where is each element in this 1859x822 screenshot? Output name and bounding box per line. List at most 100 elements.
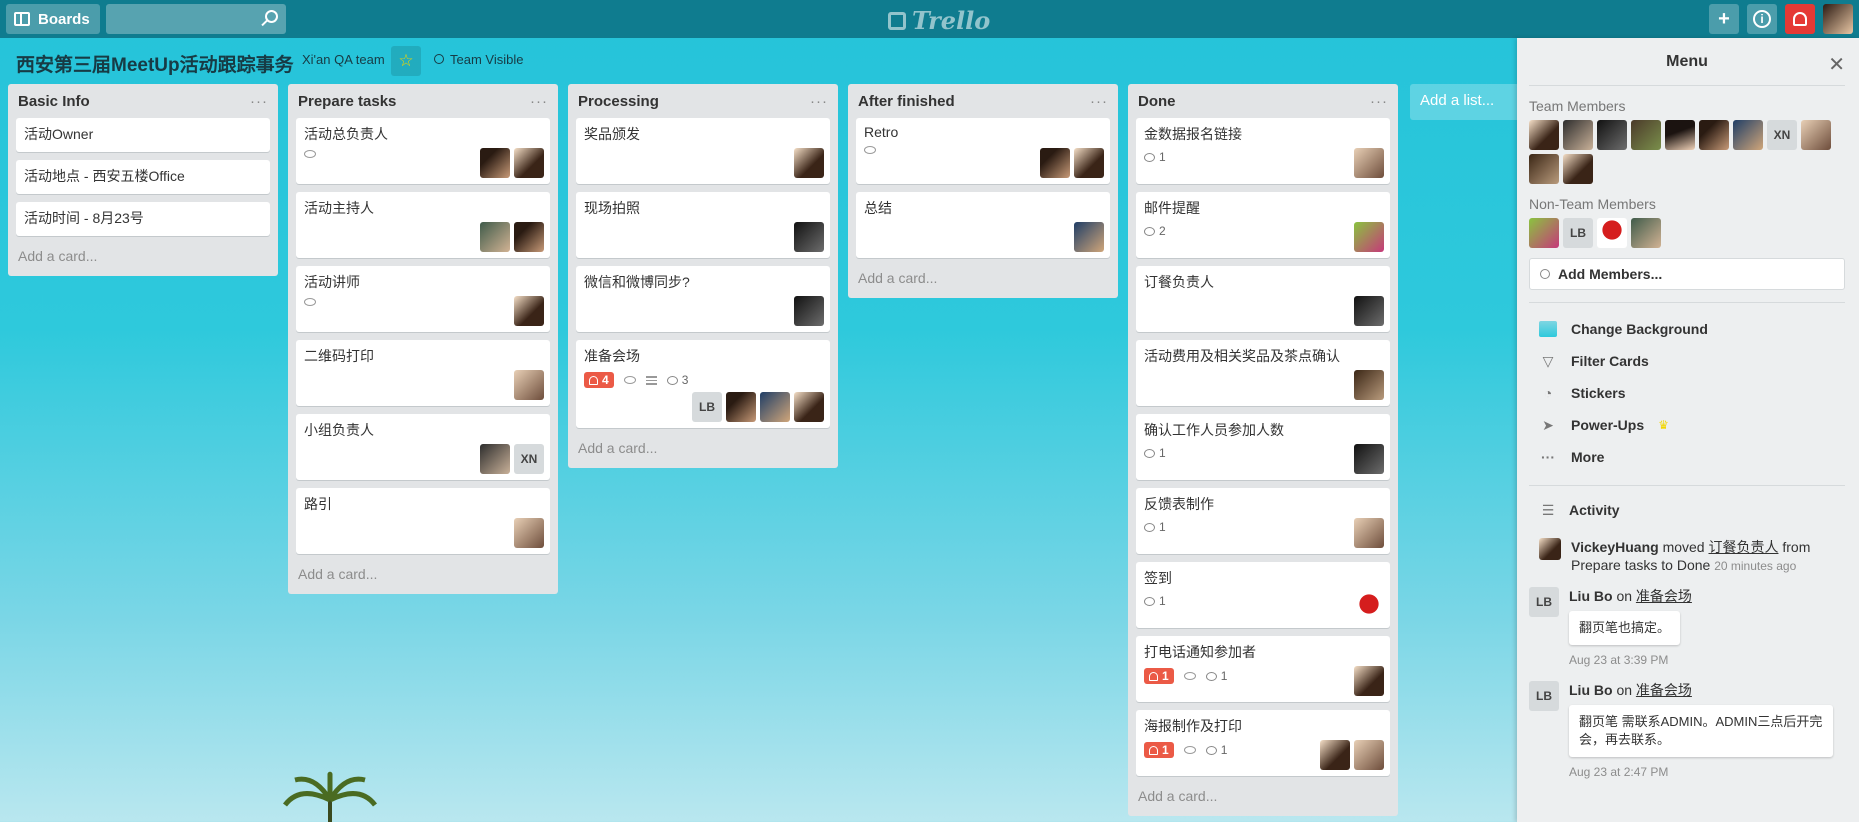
card[interactable]: 金数据报名链接 1	[1136, 118, 1390, 184]
card[interactable]: 小组负责人 XN	[296, 414, 550, 480]
member-avatar[interactable]	[1040, 148, 1070, 178]
member-avatar[interactable]	[514, 222, 544, 252]
card[interactable]: 打电话通知参加者 1 1	[1136, 636, 1390, 702]
list-menu-icon[interactable]: ···	[530, 93, 548, 110]
list-title[interactable]: Done	[1138, 93, 1176, 110]
member-avatar[interactable]	[1074, 148, 1104, 178]
list-title[interactable]: Processing	[578, 93, 659, 110]
activity-time[interactable]: Aug 23 at 3:39 PM	[1569, 651, 1692, 669]
member-avatar[interactable]	[1354, 370, 1384, 400]
activity-avatar[interactable]: LB	[1529, 681, 1559, 711]
member-avatar[interactable]	[1354, 444, 1384, 474]
card[interactable]: 签到 1	[1136, 562, 1390, 628]
power-ups-item[interactable]: ➤ Power-Ups ♛	[1529, 409, 1845, 441]
list-menu-icon[interactable]: ···	[250, 93, 268, 110]
add-card-link[interactable]: Add a card...	[296, 562, 550, 586]
member-avatar[interactable]	[760, 392, 790, 422]
card[interactable]: 订餐负责人	[1136, 266, 1390, 332]
member-avatar[interactable]	[1354, 666, 1384, 696]
member-avatar[interactable]	[1320, 740, 1350, 770]
member-avatar[interactable]	[1074, 222, 1104, 252]
member-avatar[interactable]	[1354, 296, 1384, 326]
card[interactable]: 总结	[856, 192, 1110, 258]
member-avatar[interactable]	[1354, 222, 1384, 252]
member-avatar[interactable]	[1563, 120, 1593, 150]
visibility-button[interactable]: Team Visible	[434, 52, 523, 67]
member-avatar[interactable]	[1529, 120, 1559, 150]
member-avatar[interactable]	[514, 296, 544, 326]
info-button[interactable]: i	[1747, 4, 1777, 34]
member-avatar[interactable]	[794, 392, 824, 422]
filter-cards-item[interactable]: ▽ Filter Cards	[1529, 345, 1845, 377]
more-item[interactable]: ··· More	[1529, 441, 1845, 473]
member-initials[interactable]: XN	[1767, 120, 1797, 150]
notifications-button[interactable]	[1785, 4, 1815, 34]
member-avatar[interactable]	[1354, 148, 1384, 178]
add-members-button[interactable]: Add Members...	[1529, 258, 1845, 290]
card[interactable]: 反馈表制作 1	[1136, 488, 1390, 554]
card[interactable]: 活动时间 - 8月23号	[16, 202, 270, 236]
member-avatar[interactable]	[1354, 592, 1384, 622]
card[interactable]: 二维码打印	[296, 340, 550, 406]
activity-avatar[interactable]	[1539, 538, 1561, 560]
activity-card-link[interactable]: 准备会场	[1636, 588, 1692, 604]
close-icon[interactable]: ✕	[1828, 52, 1845, 77]
card[interactable]: 活动费用及相关奖品及茶点确认	[1136, 340, 1390, 406]
member-avatar[interactable]	[794, 222, 824, 252]
card[interactable]: 微信和微博同步?	[576, 266, 830, 332]
card[interactable]: 活动主持人	[296, 192, 550, 258]
add-card-link[interactable]: Add a card...	[856, 266, 1110, 290]
member-avatar[interactable]	[514, 518, 544, 548]
member-avatar[interactable]	[1631, 120, 1661, 150]
list-menu-icon[interactable]: ···	[1090, 93, 1108, 110]
card[interactable]: 奖品颁发	[576, 118, 830, 184]
add-list-button[interactable]: Add a list...	[1410, 84, 1520, 120]
member-avatar[interactable]	[1733, 120, 1763, 150]
member-initials[interactable]: XN	[514, 444, 544, 474]
card[interactable]: Retro	[856, 118, 1110, 184]
member-avatar[interactable]	[1597, 218, 1627, 248]
list-title[interactable]: Prepare tasks	[298, 93, 396, 110]
member-avatar[interactable]	[1529, 218, 1559, 248]
card[interactable]: 活动总负责人	[296, 118, 550, 184]
activity-card-link[interactable]: 订餐负责人	[1708, 539, 1778, 555]
member-avatar[interactable]	[514, 148, 544, 178]
member-avatar[interactable]	[1801, 120, 1831, 150]
user-avatar[interactable]	[1823, 4, 1853, 34]
list-title[interactable]: After finished	[858, 93, 955, 110]
add-card-link[interactable]: Add a card...	[576, 436, 830, 460]
stickers-item[interactable]: ◔ Stickers	[1529, 377, 1845, 409]
add-button[interactable]: +	[1709, 4, 1739, 34]
add-card-link[interactable]: Add a card...	[16, 244, 270, 268]
trello-logo[interactable]: Trello	[888, 6, 990, 35]
list-menu-icon[interactable]: ···	[810, 93, 828, 110]
list-title[interactable]: Basic Info	[18, 93, 90, 110]
activity-avatar[interactable]: LB	[1529, 587, 1559, 617]
member-avatar[interactable]	[1631, 218, 1661, 248]
member-avatar[interactable]	[794, 148, 824, 178]
card[interactable]: 活动Owner	[16, 118, 270, 152]
member-avatar[interactable]	[480, 222, 510, 252]
boards-button[interactable]: Boards	[6, 4, 100, 34]
member-initials[interactable]: LB	[1563, 218, 1593, 248]
member-avatar[interactable]	[1597, 120, 1627, 150]
board-title[interactable]: 西安第三届MeetUp活动跟踪事务	[16, 50, 294, 77]
card[interactable]: 活动讲师	[296, 266, 550, 332]
member-avatar[interactable]	[1354, 518, 1384, 548]
activity-time[interactable]: 20 minutes ago	[1714, 559, 1796, 573]
member-avatar[interactable]	[1529, 154, 1559, 184]
card[interactable]: 活动地点 - 西安五楼Office	[16, 160, 270, 194]
member-avatar[interactable]	[794, 296, 824, 326]
card[interactable]: 现场拍照	[576, 192, 830, 258]
member-avatar[interactable]	[480, 444, 510, 474]
member-avatar[interactable]	[1354, 740, 1384, 770]
search-icon[interactable]	[264, 10, 278, 23]
card[interactable]: 邮件提醒 2	[1136, 192, 1390, 258]
team-name[interactable]: Xi'an QA team	[302, 52, 385, 67]
card[interactable]: 准备会场 4 3 LB	[576, 340, 830, 428]
card[interactable]: 路引	[296, 488, 550, 554]
member-avatar[interactable]	[514, 370, 544, 400]
activity-user[interactable]: VickeyHuang	[1571, 539, 1659, 555]
member-avatar[interactable]	[726, 392, 756, 422]
card[interactable]: 海报制作及打印 1 1	[1136, 710, 1390, 776]
